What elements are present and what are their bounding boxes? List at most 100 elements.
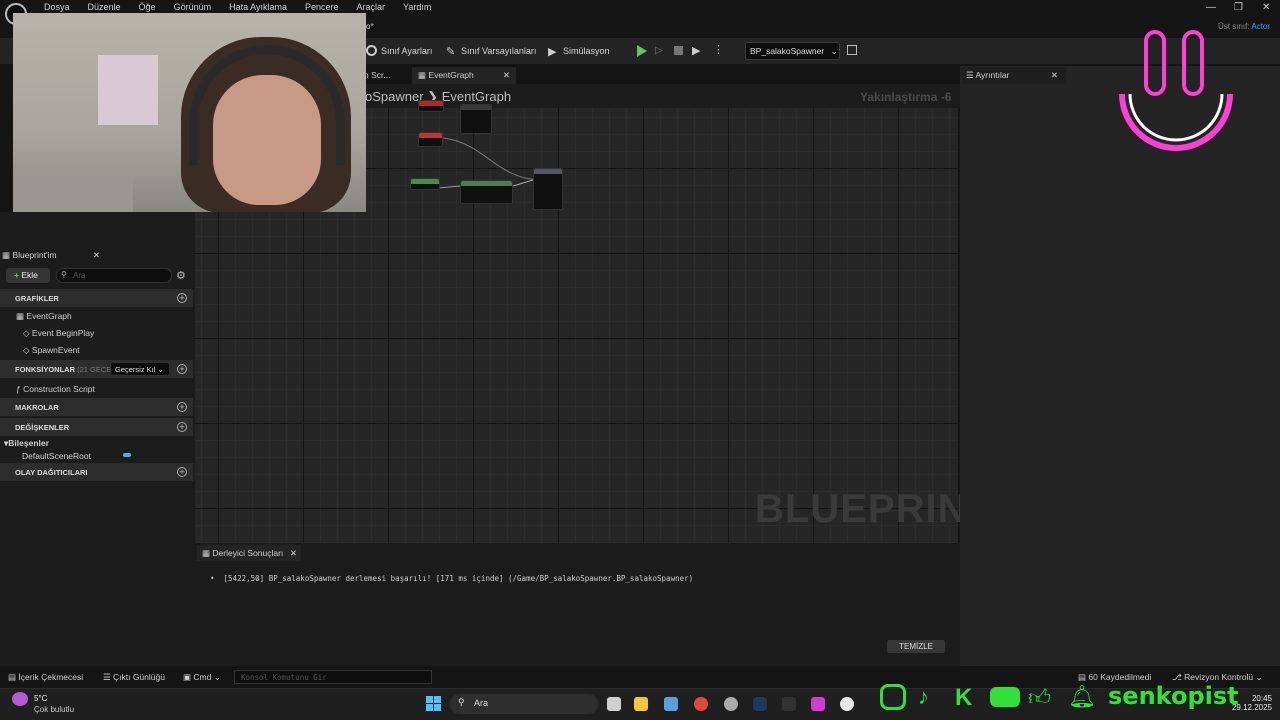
compiler-results-panel xyxy=(195,543,960,666)
list-item-construction-script[interactable]: ƒ Construction Script xyxy=(16,384,95,394)
save-icon: ▤ xyxy=(1078,672,1089,682)
menu-debug[interactable]: Hata Ayıklama xyxy=(229,2,287,12)
epic-games-icon[interactable] xyxy=(782,697,796,711)
plus-icon: + xyxy=(14,270,19,280)
graph-node[interactable] xyxy=(418,100,444,112)
simulate-icon: ▶ xyxy=(548,46,557,58)
graph-node[interactable] xyxy=(418,132,443,147)
list-item-spawn-event[interactable]: ◇ SpawnEvent xyxy=(23,345,80,356)
close-tab-icon[interactable]: ✕ xyxy=(290,548,297,559)
override-dropdown[interactable]: Geçersiz Kıl ⌄ xyxy=(110,362,170,376)
graph-icon: ▦ xyxy=(16,311,27,321)
store-icon[interactable] xyxy=(664,697,678,711)
instagram-icon xyxy=(880,684,906,710)
taskbar-clock[interactable]: 20:45 29.12.2025 xyxy=(1228,694,1272,712)
details-icon: ☰ xyxy=(966,70,974,80)
add-button[interactable]: + Ekle xyxy=(6,268,50,283)
weather-temp[interactable]: 5°C xyxy=(34,694,47,703)
play-icon[interactable] xyxy=(637,45,647,57)
graph-node[interactable] xyxy=(460,180,513,204)
tiktok-icon: ♪ xyxy=(918,684,929,709)
task-view-icon[interactable] xyxy=(607,697,621,711)
simulation-button[interactable]: ▶ Simülasyon xyxy=(548,45,610,59)
wall-poster xyxy=(98,55,158,125)
chrome-icon[interactable] xyxy=(694,697,708,711)
settings-gear-icon[interactable]: ⚙ xyxy=(176,269,186,282)
class-settings-button[interactable]: Sınıf Ayarları xyxy=(366,45,432,56)
main-menu: Dosya Düzenle Öğe Görünüm Hata Ayıklama … xyxy=(44,2,449,12)
restore-icon[interactable]: ❐ xyxy=(1234,2,1243,13)
browse-icon[interactable] xyxy=(847,45,857,55)
clear-button[interactable]: TEMİZLE xyxy=(887,640,945,653)
section-variables[interactable]: DEĞİŞKENLER xyxy=(0,418,193,436)
tab-my-blueprint[interactable]: ▦ Blueprint'im ✕ xyxy=(2,250,104,264)
unreal-engine-icon[interactable] xyxy=(840,697,854,711)
menu-tools[interactable]: Araçlar xyxy=(357,2,386,12)
section-macros[interactable]: MAKROLAR xyxy=(0,398,193,416)
list-item-event-graph[interactable]: ▦ EventGraph xyxy=(16,311,72,322)
graph-node[interactable] xyxy=(460,104,492,134)
class-defaults-button[interactable]: ✎ Sınıf Varsayılanları xyxy=(446,45,536,59)
components-header[interactable]: ▾Bileşenler xyxy=(4,438,49,449)
more-options-icon[interactable]: ⋮ xyxy=(713,43,724,56)
pencil-icon: ✎ xyxy=(446,46,456,58)
channel-name: senkopist xyxy=(1108,682,1239,710)
chevron-down-icon: ⌄ xyxy=(157,365,164,374)
component-type-pill xyxy=(123,453,131,457)
add-variable-icon[interactable]: + xyxy=(177,422,187,432)
breadcrumb-graph[interactable]: EventGraph xyxy=(442,89,511,104)
minimize-icon[interactable]: — xyxy=(1206,2,1216,13)
menu-file[interactable]: Dosya xyxy=(44,2,70,12)
menu-asset[interactable]: Öğe xyxy=(139,2,156,12)
zoom-level: Yakınlaştırma -6 xyxy=(860,90,952,104)
graph-node[interactable] xyxy=(533,168,563,210)
compiler-icon: ▦ xyxy=(202,548,211,558)
cmd-dropdown[interactable]: ▣ Cmd ⌄ xyxy=(183,672,221,683)
windows-start-icon[interactable] xyxy=(426,696,441,711)
steam-icon[interactable] xyxy=(753,697,767,711)
stop-icon[interactable] xyxy=(674,46,683,55)
taskbar-search[interactable]: ⚲ Ara xyxy=(450,694,598,714)
list-item-default-scene-root[interactable]: DefaultSceneRoot xyxy=(22,451,91,461)
close-tab-icon[interactable]: ✕ xyxy=(1051,70,1058,81)
breadcrumb-blueprint[interactable]: oSpawner xyxy=(365,89,424,104)
tab-event-graph[interactable]: ▦ EventGraph ✕ xyxy=(412,67,516,84)
weather-icon xyxy=(12,692,28,706)
console-input[interactable]: Konsol Komutunu Gir xyxy=(234,670,432,684)
menu-edit[interactable]: Düzenle xyxy=(88,2,121,12)
add-graph-icon[interactable]: + xyxy=(177,293,187,303)
menu-view[interactable]: Görünüm xyxy=(174,2,212,12)
close-tab-icon[interactable]: ✕ xyxy=(93,250,100,261)
menu-help[interactable]: Yardım xyxy=(403,2,431,12)
chevron-down-icon: ⌄ xyxy=(830,46,838,56)
list-item-begin-play[interactable]: ◇ Event BeginPlay xyxy=(23,328,94,339)
drawer-icon: ▤ xyxy=(8,672,19,682)
branch-icon: ⎇ xyxy=(1172,672,1185,682)
section-event-dispatchers[interactable]: OLAY DAĞITICILARI xyxy=(0,463,193,481)
output-log-button[interactable]: ☰ Çıktı Günlüğü xyxy=(103,672,165,683)
bell-icon: 🔔︎ xyxy=(1068,684,1096,709)
debug-object-dropdown[interactable]: BP_salakoSpawner ⌄ xyxy=(745,42,840,60)
content-drawer-button[interactable]: ▤ İçerik Çekmecesi xyxy=(8,672,83,683)
eject-icon[interactable]: ▶ xyxy=(692,44,700,57)
step-icon[interactable]: ▷ xyxy=(655,45,663,56)
add-macro-icon[interactable]: + xyxy=(177,402,187,412)
file-explorer-icon[interactable] xyxy=(634,697,648,711)
tab-details[interactable]: ☰ Ayrıntılar ✕ xyxy=(962,67,1066,84)
parent-class-link[interactable]: Actor xyxy=(1251,22,1270,31)
close-tab-icon[interactable]: ✕ xyxy=(503,70,510,81)
app-pink-icon[interactable] xyxy=(811,697,825,711)
app-icon[interactable] xyxy=(724,697,738,711)
add-function-icon[interactable]: + xyxy=(177,364,187,374)
youtube-icon xyxy=(990,687,1020,707)
graph-node[interactable] xyxy=(410,178,440,190)
tab-compiler-results[interactable]: ▦ Derleyici Sonuçları ✕ xyxy=(197,545,301,561)
close-window-icon[interactable]: ✕ xyxy=(1262,2,1270,13)
section-graphs[interactable]: GRAFİKLER xyxy=(0,289,193,307)
compiler-message: • [5422,50] BP_salakoSpawner derlemesi b… xyxy=(210,574,694,583)
smiley-overlay-icon xyxy=(1119,30,1233,151)
blueprint-watermark: BLUEPRINT xyxy=(755,487,993,531)
search-input[interactable]: ⚲ Ara xyxy=(56,268,172,283)
add-dispatcher-icon[interactable]: + xyxy=(177,467,187,477)
menu-window[interactable]: Pencere xyxy=(305,2,339,12)
